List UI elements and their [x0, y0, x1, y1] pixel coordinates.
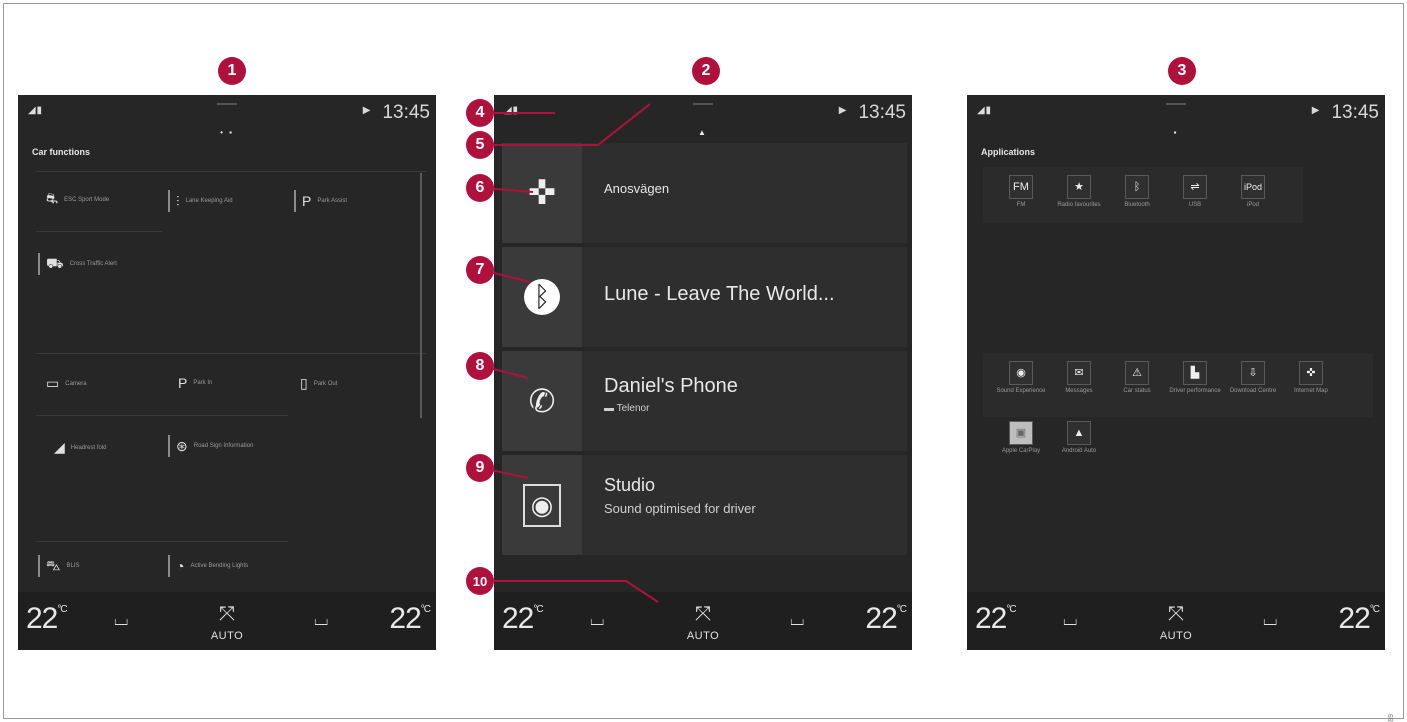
marker-8: 8	[466, 352, 494, 380]
marker-10: 10	[466, 567, 494, 595]
marker-1: 1	[218, 57, 246, 85]
leader-lines	[480, 103, 659, 603]
marker-4: 4	[466, 99, 494, 127]
marker-3: 3	[1168, 57, 1196, 85]
marker-6: 6	[466, 174, 494, 202]
marker-9: 9	[466, 454, 494, 482]
marker-7: 7	[466, 256, 494, 284]
marker-2: 2	[692, 57, 720, 85]
marker-5: 5	[466, 131, 494, 159]
